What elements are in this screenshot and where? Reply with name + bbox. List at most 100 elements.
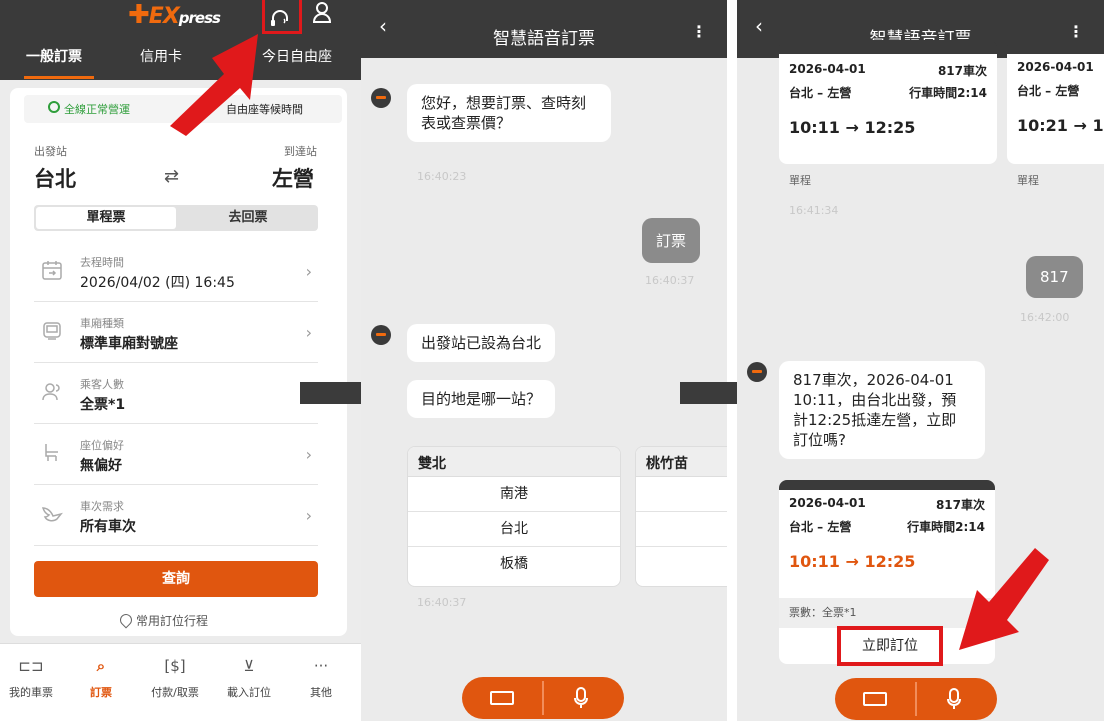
station-option[interactable] — [636, 547, 727, 582]
nav-load-booking[interactable]: ⊻ 載入訂位 — [216, 654, 282, 700]
train-route: 台北 – 左營 — [1017, 84, 1080, 98]
calendar-icon — [40, 258, 66, 284]
seat-preference-row[interactable]: 座位偏好 無偏好 › — [34, 425, 318, 485]
annotation-arrow — [170, 34, 258, 136]
train-number: 817車次 — [937, 64, 987, 78]
train-duration: 行車時間2:14 — [907, 520, 985, 534]
row-value: 全票*1 — [80, 397, 126, 413]
timestamp: 16:41:34 — [789, 204, 839, 217]
station-option[interactable] — [636, 512, 727, 547]
search-button[interactable]: 查詢 — [34, 561, 318, 597]
bot-avatar — [747, 362, 767, 382]
passenger-row[interactable]: 乘客人數 全票*1 — [34, 364, 318, 424]
voice-booking-chat: ‹ 智慧語音訂票 ⋮ 您好，想要訂票、查時刻表或查票價？ 16:40:23 訂票… — [361, 0, 727, 721]
train-date: 2026-04-01 — [789, 496, 866, 510]
timestamp: 16:40:37 — [645, 274, 695, 287]
user-message: 817 — [1026, 256, 1083, 298]
book-now-button[interactable]: 立即訂位 — [837, 626, 943, 666]
nav-booking[interactable]: ⌕ 訂票 — [68, 654, 134, 700]
train-route: 台北 – 左營 — [789, 520, 852, 534]
timestamp: 16:42:00 — [1020, 311, 1070, 324]
bird-icon — [40, 502, 66, 528]
more-vert-icon[interactable]: ⋮ — [691, 22, 707, 41]
bot-message: 目的地是哪一站？ — [407, 380, 556, 418]
train-date: 2026-04-01 — [1017, 60, 1094, 74]
passenger-icon — [40, 380, 66, 406]
row-value: 標準車廂對號座 — [80, 336, 178, 352]
more-icon: ··· — [313, 657, 329, 675]
more-vert-icon[interactable]: ⋮ — [1068, 22, 1084, 41]
divider — [915, 682, 917, 716]
user-message: 訂票 — [642, 218, 701, 263]
station-list-twin-cities: 雙北 南港 台北 板橋 — [407, 446, 621, 587]
chevron-right-icon: › — [305, 323, 312, 342]
account-icon[interactable] — [312, 2, 332, 24]
service-status-text: 全線正常營運 — [64, 103, 130, 116]
tab-free-seat[interactable]: 今日自由座 — [262, 46, 332, 66]
train-card[interactable]: 2026-04-01 台北 – 左營 10:21 → 12 — [1007, 40, 1104, 164]
bot-avatar — [371, 325, 391, 345]
tab-general-booking[interactable]: 一般訂票 — [26, 46, 82, 66]
train-car-icon — [40, 319, 66, 345]
round-trip-option[interactable]: 去回票 — [180, 207, 316, 229]
nav-other[interactable]: ··· 其他 — [288, 654, 354, 700]
departure-time-row[interactable]: 去程時間 2026/04/02 (四) 16:45 › — [34, 242, 318, 302]
ticket-icon: ⊏⊐ — [18, 657, 44, 675]
station-option[interactable]: 板橋 — [408, 547, 620, 582]
train-route: 台北 – 左營 — [789, 86, 852, 100]
train-number: 817車次 — [935, 498, 985, 512]
train-requirement-row[interactable]: 車次需求 所有車次 › — [34, 486, 318, 546]
car-type-row[interactable]: 車廂種類 標準車廂對號座 › — [34, 303, 318, 363]
station-option[interactable]: 南港 — [408, 477, 620, 512]
annotation-arrow — [959, 548, 1049, 650]
location-pin-icon — [117, 611, 135, 629]
chevron-right-icon: › — [305, 506, 312, 525]
seat-icon — [40, 441, 66, 467]
keyboard-icon[interactable] — [863, 692, 887, 706]
keyboard-icon[interactable] — [490, 691, 514, 705]
single-trip-label: 單程 — [1017, 174, 1039, 187]
divider — [542, 681, 544, 715]
train-time: 10:21 → 12 — [1017, 116, 1104, 135]
swap-stations-icon[interactable]: ⇄ — [164, 166, 179, 187]
arrival-label: 到達站 — [284, 145, 317, 158]
bot-message: 817車次，2026-04-01 10:11，由台北出發，預計12:25抵達左營… — [779, 361, 985, 459]
chevron-right-icon: › — [305, 262, 312, 281]
active-tab-indicator — [24, 76, 94, 79]
row-value: 所有車次 — [80, 519, 136, 535]
nav-my-tickets[interactable]: ⊏⊐ 我的車票 — [0, 654, 64, 700]
station-option[interactable]: 台北 — [408, 512, 620, 547]
row-value: 2026/04/02 (四) 16:45 — [80, 275, 235, 291]
train-time: 10:11 → 12:25 — [789, 118, 916, 137]
row-label: 去程時間 — [80, 256, 124, 269]
departure-station[interactable]: 台北 — [34, 163, 76, 193]
station-list-taoyuan: 桃竹苗 — [635, 446, 727, 587]
train-card[interactable]: 2026-04-01 817車次 台北 – 左營 行車時間2:14 10:11 … — [779, 40, 997, 164]
station-option[interactable] — [636, 477, 727, 512]
train-date: 2026-04-01 — [789, 62, 866, 76]
train-duration: 行車時間2:14 — [909, 86, 987, 100]
favorites-link[interactable]: 常用訂位行程 — [117, 611, 208, 629]
single-trip-option[interactable]: 單程票 — [36, 207, 176, 229]
input-mode-toggle — [462, 677, 624, 719]
booking-icon: ⌕ — [96, 657, 106, 675]
status-ok-icon — [48, 101, 60, 113]
payment-icon: [$] — [164, 657, 186, 675]
single-trip-label: 單程 — [789, 174, 811, 187]
arrival-station[interactable]: 左營 — [272, 163, 314, 193]
bot-message: 您好，想要訂票、查時刻表或查票價？ — [407, 84, 611, 142]
row-label: 車廂種類 — [80, 317, 124, 330]
timestamp: 16:40:37 — [417, 596, 467, 609]
chat-title: 智慧語音訂票 — [493, 29, 595, 49]
row-label: 乘客人數 — [80, 378, 124, 391]
trip-type-toggle: 單程票 去回票 — [34, 205, 318, 231]
row-value: 無偏好 — [80, 458, 122, 474]
app-logo: ✚EXpress — [128, 0, 221, 30]
nav-payment[interactable]: [$] 付款/取票 — [142, 654, 208, 700]
row-label: 車次需求 — [80, 500, 124, 513]
microphone-icon[interactable] — [947, 688, 961, 710]
microphone-icon[interactable] — [574, 687, 588, 709]
station-group-header: 桃竹苗 — [636, 447, 727, 477]
input-mode-toggle — [835, 678, 997, 720]
bot-avatar — [371, 88, 391, 108]
